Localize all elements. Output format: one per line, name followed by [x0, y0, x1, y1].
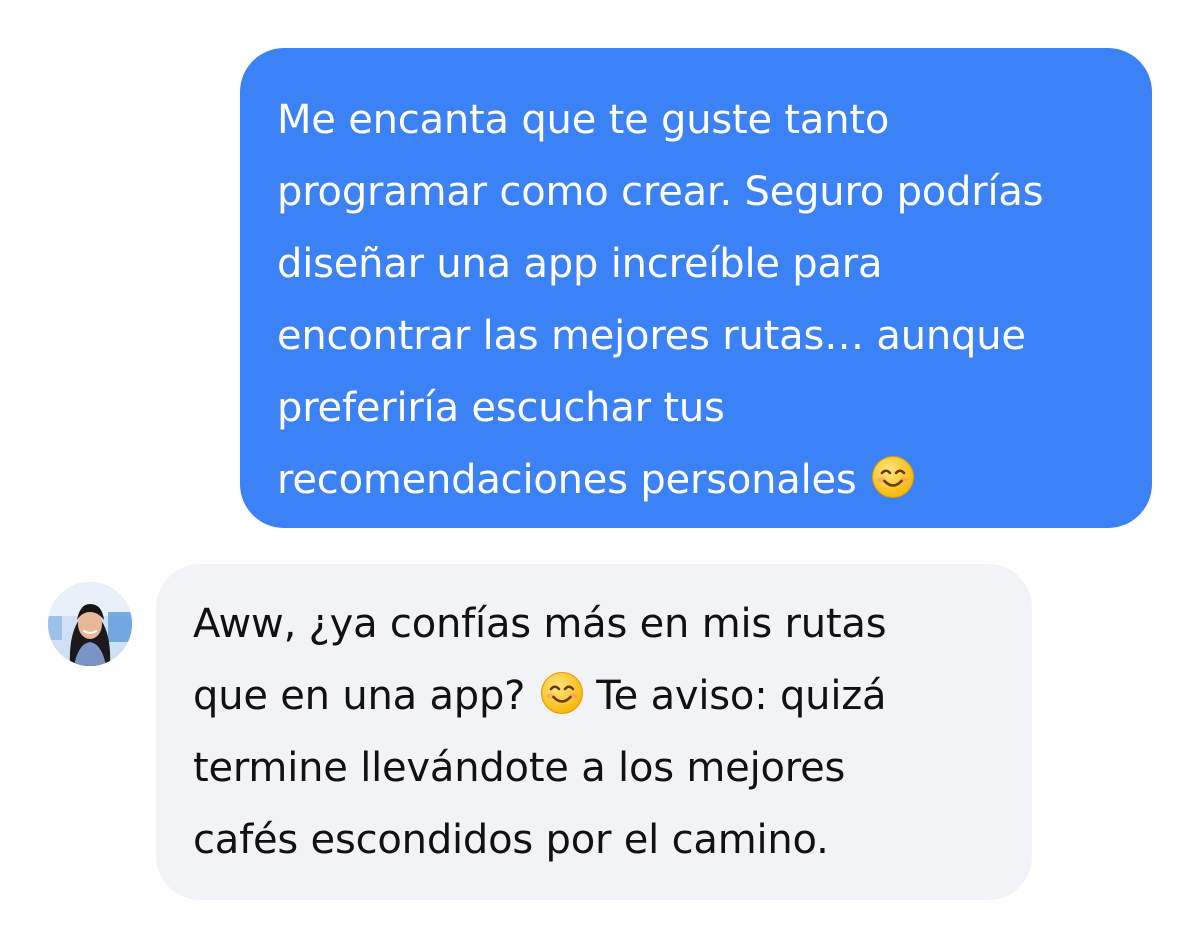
smiling-face-emoji-icon	[872, 456, 915, 498]
message-line: diseñar una app increíble para	[277, 241, 883, 287]
incoming-message-bubble[interactable]: Aww, ¿ya confías más en mis rutas que en…	[156, 564, 1032, 900]
avatar-photo-icon	[48, 582, 132, 666]
message-line-with-emoji: que en una app? Te aviso: quizá	[193, 660, 992, 732]
message-line: programar como crear. Seguro podrías	[277, 169, 1044, 215]
message-text: que en una app?	[193, 673, 526, 719]
message-line: Aww, ¿ya confías más en mis rutas	[193, 601, 887, 647]
outgoing-message-bubble[interactable]: Me encanta que te guste tanto programar …	[240, 48, 1152, 528]
message-line: Me encanta que te guste tanto	[277, 97, 890, 143]
message-text: Te aviso: quizá	[596, 673, 887, 719]
message-text: recomendaciones personales	[277, 457, 857, 503]
message-line: termine llevándote a los mejores	[193, 745, 846, 791]
message-line: cafés escondidos por el camino.	[193, 817, 829, 863]
message-line: encontrar las mejores rutas… aunque	[277, 313, 1026, 359]
smiling-face-emoji-icon	[540, 672, 583, 714]
message-line: preferiría escuchar tus	[277, 385, 725, 431]
contact-avatar[interactable]	[48, 582, 132, 666]
message-line-last: recomendaciones personales	[277, 444, 1116, 516]
chat-thread: Me encanta que te guste tanto programar …	[0, 0, 1200, 948]
